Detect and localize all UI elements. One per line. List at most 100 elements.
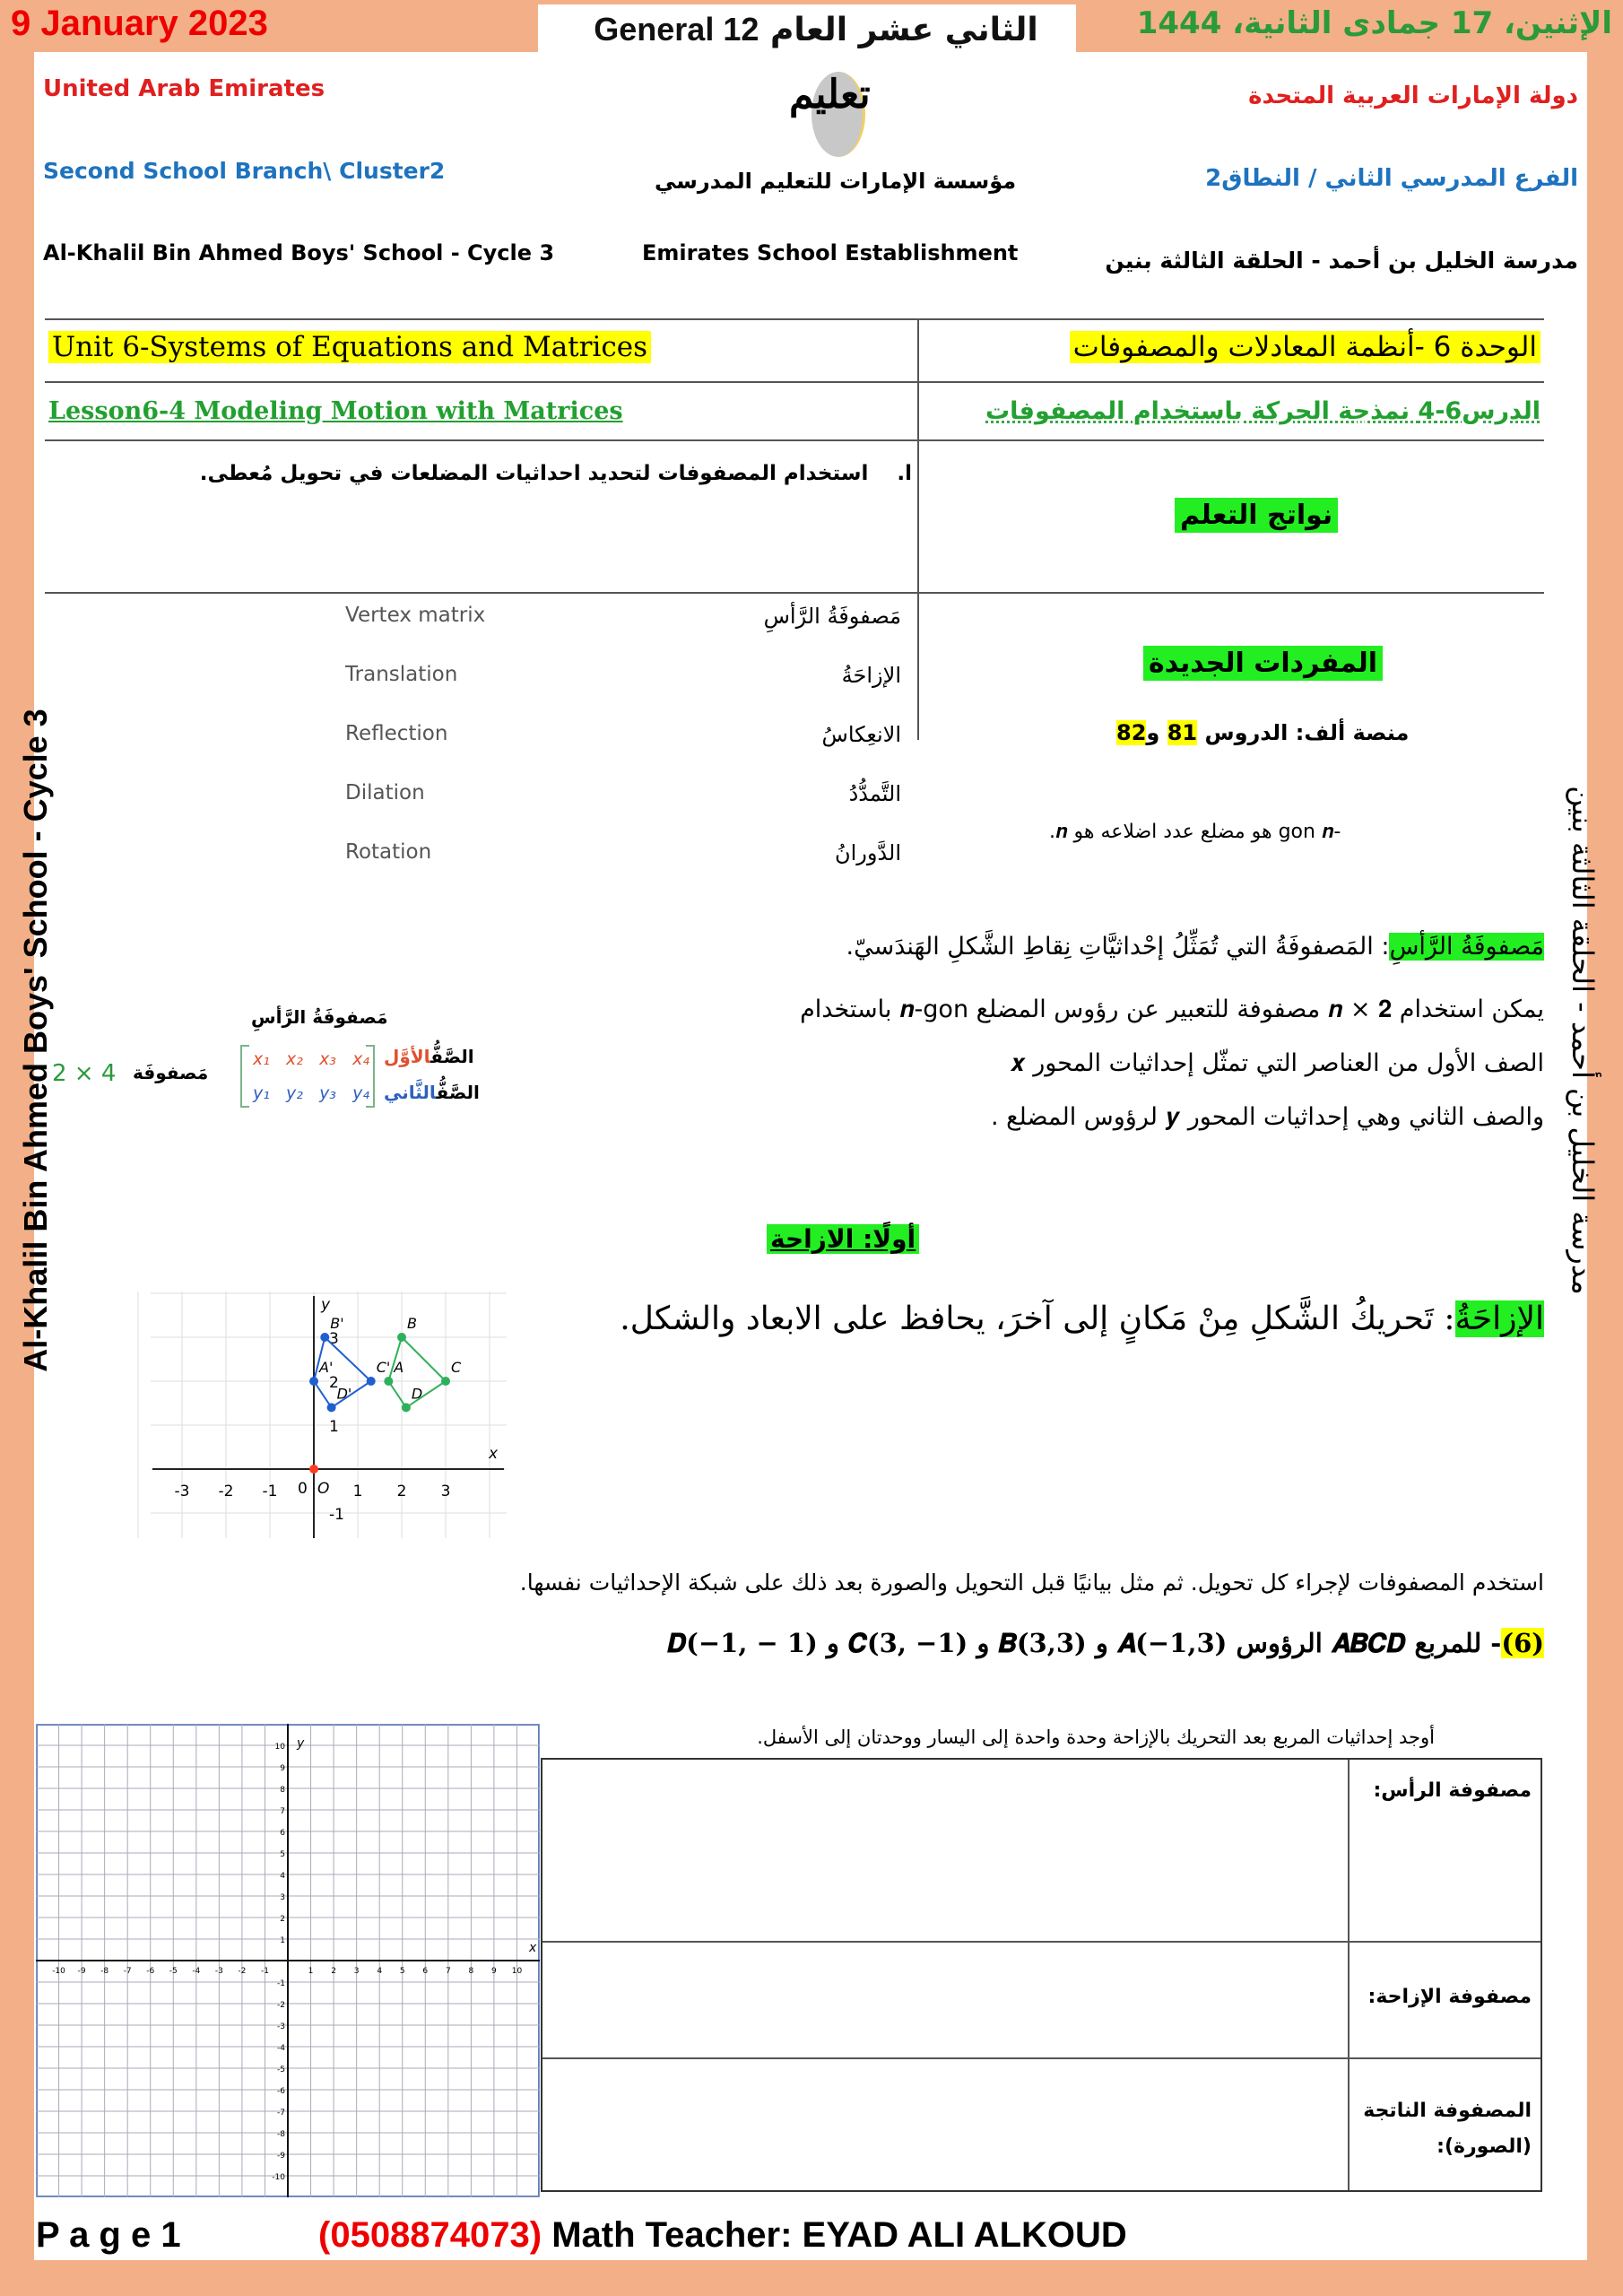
vocab-label: المفردات الجديدة xyxy=(1143,646,1383,681)
y-tick-label: 2 xyxy=(280,1915,285,1924)
x-tick-label: -4 xyxy=(192,1967,200,1976)
school-en: Al-Khalil Bin Ahmed Boys' School - Cycle… xyxy=(43,240,555,265)
vertex-point xyxy=(384,1377,394,1386)
country-ar: دولة الإمارات العربية المتحدة xyxy=(1248,83,1578,109)
x-tick-label: 3 xyxy=(354,1967,360,1976)
image-matrix-answer[interactable] xyxy=(542,2059,1346,2190)
exercise-problem: (6)- للمربع 𝑨𝑩𝑪𝑫 الرؤوس 𝑨(−𝟏,𝟑) و 𝑩(𝟑,𝟑)… xyxy=(667,1628,1544,1659)
vertex-label: B' xyxy=(330,1315,343,1332)
vertex-matrix-answer[interactable] xyxy=(542,1760,1346,1939)
x-tick-label: -2 xyxy=(238,1967,246,1976)
matrix-row1-label: الصَّفُّالأوَّل xyxy=(384,1046,474,1067)
outcomes-label: نواتج التعلم xyxy=(1175,498,1339,533)
side-text-right: مدرسة الخليل بن أحمد - الحلقة الثالثة بن… xyxy=(1566,786,1600,1295)
row-word: الصَّفُّ xyxy=(430,1046,474,1067)
x-tick-label: -10 xyxy=(52,1967,65,1976)
translation-matrix-answer[interactable] xyxy=(542,1943,1346,2057)
grade-ar: الثاني عشر العام xyxy=(769,12,1038,48)
x-tick-label: 10 xyxy=(512,1967,523,1976)
matrix-entry: y₃ xyxy=(319,1083,336,1103)
x-tick-label: -1 xyxy=(263,1483,278,1500)
page-number: P a g e 1 xyxy=(36,2215,181,2255)
translation-heading: أولًا: الازاحة xyxy=(767,1224,920,1254)
exercise-problem-text: - للمربع 𝑨𝑩𝑪𝑫 الرؤوس 𝑨(−𝟏,𝟑) و 𝑩(𝟑,𝟑) و … xyxy=(667,1628,1502,1658)
matrix-size-label: مَصفوفَة xyxy=(133,1062,209,1083)
info-table: Unit 6-Systems of Equations and Matrices… xyxy=(45,318,1544,865)
vertex-point xyxy=(366,1377,376,1386)
establishment-ar: مؤسسة الإمارات للتعليم المدرسي xyxy=(655,169,1017,194)
x-tick-label: -8 xyxy=(100,1967,108,1976)
vocab-en: Vertex matrix xyxy=(345,604,486,627)
y-axis-label: y xyxy=(296,1736,305,1751)
x-tick-label: 1 xyxy=(308,1967,314,1976)
translation-def: : تَحريكُ الشَّكلِ مِنْ مَكانٍ إلى آخرَ،… xyxy=(620,1300,1455,1337)
y-tick-label: -8 xyxy=(277,2130,285,2139)
row-label-image: المصفوفة الناتجة (الصورة): xyxy=(1363,2100,1532,2158)
phone: (0508874073) xyxy=(318,2215,542,2255)
school-ar: مدرسة الخليل بن أحمد - الحلقة الثالثة بن… xyxy=(1105,248,1578,274)
matrix-entry: x₂ xyxy=(286,1049,303,1069)
vertex-definition: مَصفوفَةُ الرَّأسِ: المَصفوفَةُ التي تُم… xyxy=(846,933,1544,961)
y-tick-label: -6 xyxy=(277,2087,285,2096)
vocab-en: Dilation xyxy=(345,781,425,804)
y-tick-label: -5 xyxy=(277,2066,285,2074)
country-en: United Arab Emirates xyxy=(43,75,325,102)
y-tick-label: -9 xyxy=(277,2152,285,2161)
vertex-label: D xyxy=(412,1385,422,1402)
origin-label: O xyxy=(317,1480,329,1498)
vocab-ar: الإزاحَةُ xyxy=(841,663,901,688)
grade-title: الثاني عشر العام 12 General xyxy=(583,11,1049,48)
vertex-label: A' xyxy=(318,1359,333,1376)
vocab-ar: مَصفوفَةُ الرَّأسِ xyxy=(763,604,901,629)
establishment-en: Emirates School Establishment xyxy=(642,240,1019,265)
vertex-label: A xyxy=(393,1359,404,1376)
x-tick-label: -6 xyxy=(146,1967,154,1976)
outcome-number: ا. xyxy=(897,462,912,485)
y-tick-label: 5 xyxy=(280,1850,285,1859)
matrix-entry: x₄ xyxy=(352,1049,369,1069)
y-tick-label: -10 xyxy=(272,2173,285,2182)
x-tick-label: 4 xyxy=(377,1967,382,1976)
matrix-entry: x₃ xyxy=(319,1049,336,1069)
exercise-task: أوجد إحداثيات المربع بعد التحريك بالإزاح… xyxy=(757,1726,1435,1748)
x-tick-label: 5 xyxy=(400,1967,405,1976)
x-axis-label: x xyxy=(488,1445,499,1463)
vocab-en: Translation xyxy=(345,663,458,686)
y-tick-label: -3 xyxy=(277,2022,285,2031)
y-tick-label: 8 xyxy=(280,1786,285,1795)
y-tick-label: 1 xyxy=(280,1936,285,1945)
x-tick-label: 1 xyxy=(353,1483,363,1500)
coordinate-grid[interactable]: -10 -10 -9 -9 -8 -8 -7 -7 -6 -6 -5 -5 -4 -4 -3 -3 -2 -2 -1… xyxy=(36,1724,540,2197)
lesson-ar: الدرس6-4 نمذجة الحركة باستخدام المصفوفات xyxy=(985,397,1541,425)
vertex-label: C' xyxy=(377,1359,391,1376)
y-tick-label: -4 xyxy=(277,2044,285,2053)
unit-en: Unit 6-Systems of Equations and Matrices xyxy=(48,331,651,363)
platform-lessons: منصة ألف: الدروس 81 و82 xyxy=(1116,720,1409,745)
x-tick-label: -7 xyxy=(124,1967,132,1976)
row2-ordinal: الثَّاني xyxy=(384,1082,437,1103)
branch-en: Second School Branch\ Cluster2 xyxy=(43,158,446,184)
matrix-row2-label: الصَّفُّالثَّاني xyxy=(384,1082,480,1103)
vertex-term: مَصفوفَةُ الرَّأسِ xyxy=(1389,933,1544,961)
y-tick-label: 10 xyxy=(275,1743,286,1752)
x-tick-label: 3 xyxy=(441,1483,451,1500)
y-tick-label: -1 xyxy=(277,1979,285,1988)
vertex-line-1: يمكن استخدام 𝒏 × 𝟐 مصفوفة للتعبير عن رؤو… xyxy=(800,996,1544,1023)
vertex-label: B xyxy=(407,1315,417,1332)
y-axis-label: y xyxy=(320,1296,331,1314)
outcome: ا. استخدام المصفوفات لتحديد احداثيات الم… xyxy=(200,462,912,485)
matrix-row-2: y₁ y₂ y₃ y₄ xyxy=(253,1083,369,1103)
y-tick-label: 3 xyxy=(280,1893,285,1902)
ngon-definition: -gon 𝒏 هو مضلع عدد اضلاعه هو 𝒏. xyxy=(1049,821,1341,843)
vertex-point xyxy=(401,1403,411,1413)
vertex-label: C xyxy=(451,1359,462,1376)
lesson-en: Lesson6-4 Modeling Motion with Matrices xyxy=(48,397,623,425)
y-tick-label: 7 xyxy=(280,1807,285,1816)
x-tick-label: -3 xyxy=(215,1967,223,1976)
vocab-item: Dilation التَّمدُّدُ xyxy=(345,781,919,817)
grade: 12 General xyxy=(594,11,759,48)
row-label-vertex: مصفوفة الرأس: xyxy=(1373,1779,1532,1802)
vocab-item: Rotation الدَّورانُ xyxy=(345,840,919,876)
row-word: الصَّفُّ xyxy=(436,1082,480,1103)
date-ar: الإثنين، 17 جمادى الثانية، 1444 xyxy=(1136,5,1612,41)
